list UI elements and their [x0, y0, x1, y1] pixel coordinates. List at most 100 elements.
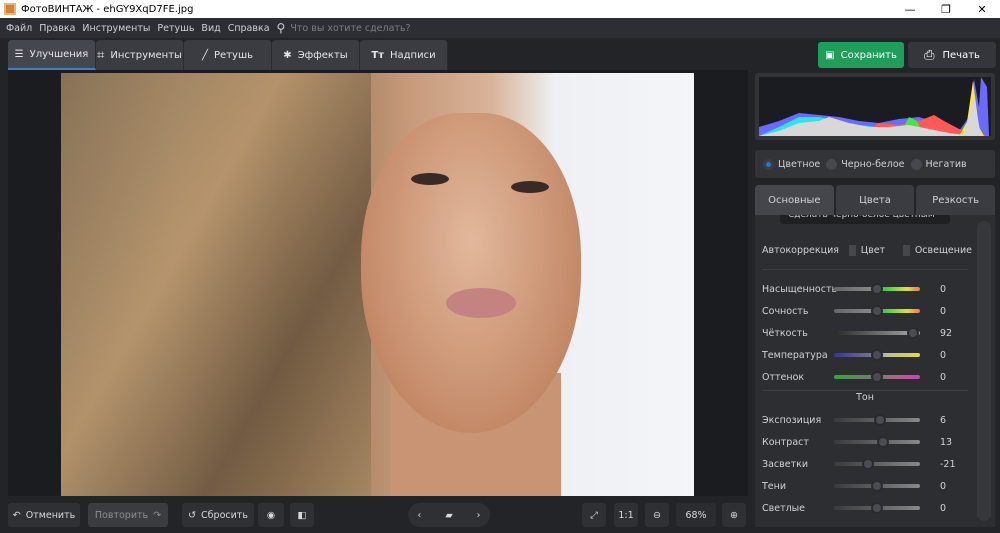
printer-icon: ⎙: [924, 47, 935, 63]
slider-label: Оттенок: [762, 371, 805, 383]
slider-track[interactable]: [834, 458, 920, 470]
slider-value: 0: [940, 283, 947, 295]
tab-basic[interactable]: Основные: [755, 185, 834, 215]
settings-scrollbar[interactable]: [977, 221, 991, 521]
menu-bar: Файл Правка Инструменты Ретушь Вид Справ…: [0, 18, 1000, 38]
tab-label: Улучшения: [29, 48, 89, 60]
photo: [61, 73, 694, 496]
bottom-toolbar: ↶ Отменить Повторить ↷ ↺ Сбросить ◉ ◧ ‹ ▰ ›…: [0, 497, 755, 533]
autocorrect-light-checkbox[interactable]: [903, 244, 910, 256]
redo-button[interactable]: Повторить ↷: [88, 503, 168, 527]
slider-handle[interactable]: [907, 327, 920, 339]
menu-edit[interactable]: Правка: [39, 23, 75, 34]
slider-handle[interactable]: [871, 371, 883, 383]
zoom-in-button[interactable]: ⊕: [722, 503, 746, 527]
slider-row: Засветки -21: [762, 457, 962, 471]
slider-handle[interactable]: [871, 283, 883, 295]
window-title: ФотоВИНТАЖ - ehGY9XqD7FE.jpg: [21, 3, 194, 15]
menu-view[interactable]: Вид: [201, 23, 220, 34]
slider-handle[interactable]: [871, 305, 883, 317]
slider-track[interactable]: [834, 283, 920, 295]
settings-tabs: Основные Цвета Резкость: [755, 185, 996, 215]
slider-value: 13: [940, 436, 953, 448]
histogram: [755, 73, 995, 140]
slider-handle[interactable]: [876, 436, 889, 448]
slider-track[interactable]: [834, 480, 920, 492]
mode-bw-radio[interactable]: Черно-белое: [826, 158, 905, 170]
slider-track[interactable]: [834, 349, 920, 361]
tab-sharpness[interactable]: Резкость: [916, 185, 996, 215]
slider-track[interactable]: [834, 371, 920, 383]
redo-icon: ↷: [153, 509, 162, 521]
slider-value: 92: [940, 327, 953, 339]
plus-icon: ⊕: [730, 509, 738, 521]
preview-button[interactable]: ◉: [258, 503, 284, 527]
slider-row: Насыщенность 0: [762, 282, 962, 296]
mode-color-radio[interactable]: Цветное: [763, 158, 820, 170]
slider-track[interactable]: [834, 305, 920, 317]
slider-handle[interactable]: [871, 502, 883, 514]
autocorrect-label: Автокоррекция: [762, 244, 839, 256]
slider-handle[interactable]: [861, 458, 874, 470]
autocorrect-light-label: Освещение: [914, 244, 972, 256]
tab-retouch[interactable]: ╱ Ретушь: [184, 40, 272, 70]
compare-button[interactable]: ◧: [290, 503, 314, 527]
tab-enhance[interactable]: ☰ Улучшения: [8, 40, 96, 70]
undo-label: Отменить: [25, 509, 76, 521]
slider-track[interactable]: [834, 414, 920, 426]
slider-handle[interactable]: [871, 480, 883, 492]
slider-row: Светлые 0: [762, 501, 962, 515]
autocorrect-color-checkbox[interactable]: [849, 244, 856, 256]
mode-negative-radio[interactable]: Негатив: [910, 158, 967, 170]
color-mode-group: Цветное Черно-белое Негатив: [755, 150, 995, 178]
actual-size-button[interactable]: 1:1: [614, 503, 638, 527]
menu-help[interactable]: Справка: [228, 23, 270, 34]
zoom-out-button[interactable]: ⊖: [645, 503, 669, 527]
text-icon: Tт: [371, 49, 384, 61]
menu-file[interactable]: Файл: [6, 23, 32, 34]
slider-track[interactable]: [834, 502, 920, 514]
colorize-bw-button[interactable]: Сделать черно-белое цветным: [780, 215, 950, 224]
histogram-graph: [759, 77, 991, 136]
menu-tools[interactable]: Инструменты: [82, 23, 150, 34]
main-tabs: ☰ Улучшения ⌗ Инструменты ╱ Ретушь ✱ Эффекты…: [8, 40, 448, 70]
brush-icon: ╱: [201, 49, 209, 61]
slider-label: Чёткость: [762, 327, 808, 339]
slider-row: Температура 0: [762, 348, 962, 362]
fit-screen-button[interactable]: ⤢: [582, 503, 606, 527]
slider-value: 0: [940, 502, 947, 514]
reset-icon: ↺: [188, 509, 197, 521]
slider-value: 0: [940, 349, 947, 361]
save-button[interactable]: ▣ Сохранить: [818, 42, 904, 68]
maximize-button[interactable]: ❐: [928, 3, 964, 16]
crop-icon: ⌗: [97, 47, 105, 63]
print-button[interactable]: ⎙ Печать: [908, 42, 996, 68]
slider-track[interactable]: [834, 327, 920, 339]
search-input[interactable]: Что вы хотите сделать?: [290, 23, 410, 34]
tab-effects[interactable]: ✱ Эффекты: [272, 40, 360, 70]
autocorrect-color-label: Цвет: [860, 244, 886, 256]
settings-panel: Сделать черно-белое цветным Автокоррекци…: [755, 215, 995, 527]
tab-text[interactable]: Tт Надписи: [360, 40, 448, 70]
menu-retouch[interactable]: Ретушь: [157, 23, 194, 34]
open-folder-button[interactable]: ▰: [445, 510, 452, 521]
minimize-button[interactable]: —: [892, 3, 928, 16]
slider-track[interactable]: [834, 436, 920, 448]
slider-handle[interactable]: [871, 349, 883, 361]
tab-tools[interactable]: ⌗ Инструменты: [96, 40, 184, 70]
slider-label: Контраст: [762, 436, 809, 448]
slider-label: Насыщенность: [762, 283, 838, 295]
zoom-level[interactable]: 68%: [676, 503, 716, 527]
next-image-button[interactable]: ›: [477, 510, 481, 521]
close-button[interactable]: ✕: [964, 3, 1000, 16]
undo-button[interactable]: ↶ Отменить: [8, 503, 80, 527]
prev-image-button[interactable]: ‹: [418, 510, 422, 521]
reset-button[interactable]: ↺ Сбросить: [182, 503, 254, 527]
slider-row: Тени 0: [762, 479, 962, 493]
slider-handle[interactable]: [873, 414, 886, 426]
title-bar: ФотоВИНТАЖ - ehGY9XqD7FE.jpg — ❐ ✕: [0, 0, 1000, 18]
fit-icon: ⤢: [590, 509, 598, 521]
eye-icon: ◉: [266, 509, 276, 521]
image-canvas[interactable]: [8, 70, 748, 496]
tab-colors[interactable]: Цвета: [835, 185, 915, 215]
